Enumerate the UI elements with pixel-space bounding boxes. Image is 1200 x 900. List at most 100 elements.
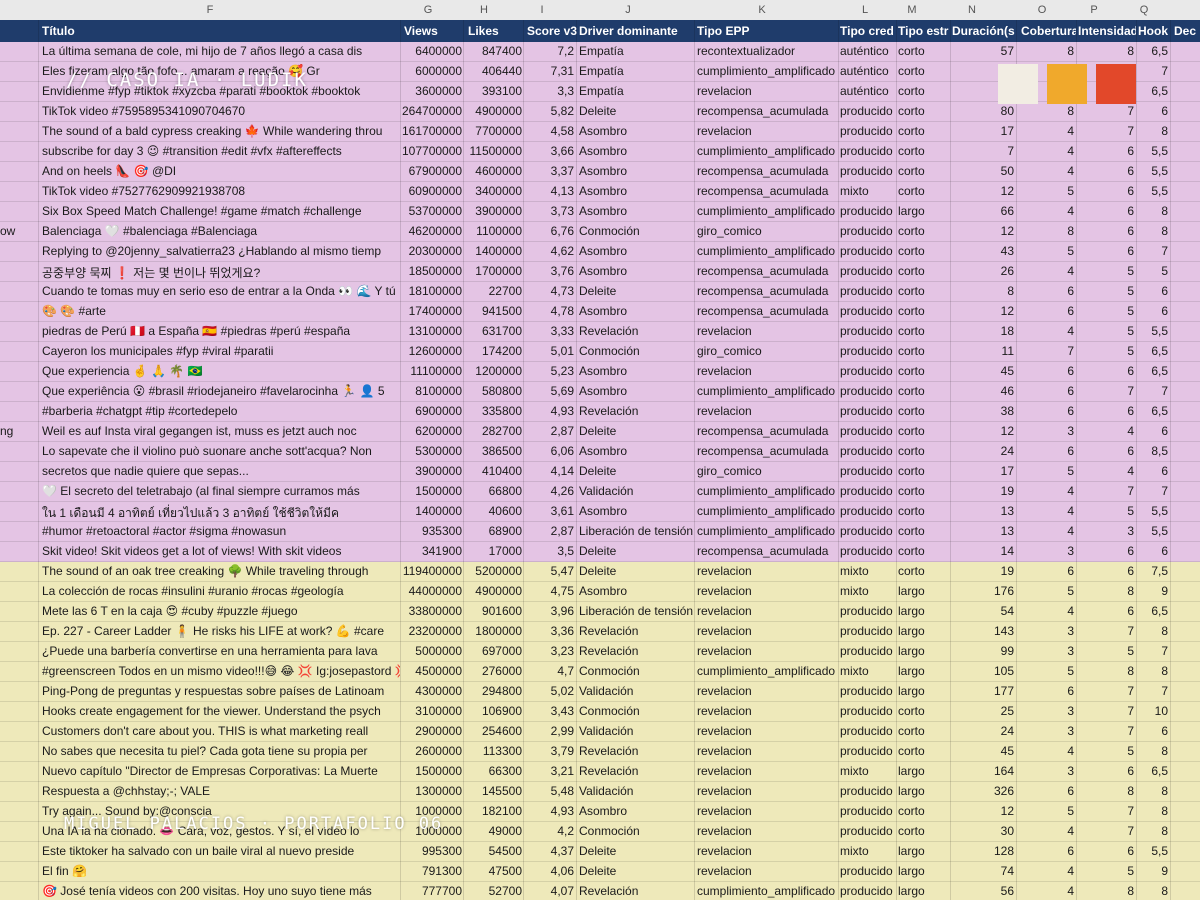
table-cell[interactable]: 4,14: [526, 464, 574, 478]
table-cell[interactable]: 8: [1138, 784, 1168, 798]
table-cell[interactable]: 410400: [464, 464, 522, 478]
table-cell[interactable]: recontextualizador: [697, 44, 837, 58]
table-cell[interactable]: producido: [840, 124, 895, 138]
table-cell[interactable]: 6: [1018, 564, 1074, 578]
table-cell[interactable]: corto: [898, 104, 950, 118]
column-letter[interactable]: L: [857, 4, 873, 16]
table-cell[interactable]: mixto: [840, 764, 895, 778]
table-row[interactable]: Ep. 227 - Career Ladder 🧍 He risks his L…: [0, 622, 1200, 642]
table-row[interactable]: 🎨 🎨 #arte 17400000 941500 4,78 Asombro recomp…: [0, 302, 1200, 322]
table-cell[interactable]: 580800: [464, 384, 522, 398]
table-cell[interactable]: Empatía: [579, 84, 693, 98]
table-cell[interactable]: largo: [898, 604, 950, 618]
table-cell[interactable]: 53700000: [402, 204, 462, 218]
table-cell[interactable]: 50: [952, 164, 1014, 178]
table-row[interactable]: Cuando te tomas muy en serio eso de entr…: [0, 282, 1200, 302]
table-cell[interactable]: Validación: [579, 724, 693, 738]
table-cell[interactable]: corto: [898, 344, 950, 358]
column-header[interactable]: Likes: [468, 24, 525, 38]
table-cell[interactable]: 6: [1078, 404, 1134, 418]
table-cell[interactable]: 3: [1018, 704, 1074, 718]
table-cell[interactable]: 7: [1078, 684, 1134, 698]
table-cell[interactable]: mixto: [840, 184, 895, 198]
table-cell[interactable]: revelacion: [697, 704, 837, 718]
table-cell[interactable]: 6: [1138, 724, 1168, 738]
table-cell[interactable]: 6: [1078, 204, 1134, 218]
table-cell[interactable]: 8,5: [1138, 444, 1168, 458]
table-cell[interactable]: 1200000: [464, 364, 522, 378]
table-cell[interactable]: cumplimiento_amplificado: [697, 664, 837, 678]
table-cell[interactable]: 3,5: [526, 544, 574, 558]
table-cell[interactable]: 3: [1018, 624, 1074, 638]
table-cell[interactable]: 4,13: [526, 184, 574, 198]
table-cell[interactable]: mixto: [840, 664, 895, 678]
table-row[interactable]: ใน 1 เดือนมี 4 อาทิตย์ เที่ยวไปแล้ว 3 อา…: [0, 502, 1200, 522]
table-row[interactable]: Nuevo capítulo "Director de Empresas Cor…: [0, 762, 1200, 782]
table-cell[interactable]: 5: [1018, 244, 1074, 258]
table-row[interactable]: La última semana de cole, mi hijo de 7 a…: [0, 42, 1200, 62]
column-header[interactable]: Tipo EPP: [697, 24, 838, 38]
table-cell[interactable]: revelacion: [697, 604, 837, 618]
table-cell[interactable]: 18: [952, 324, 1014, 338]
table-cell[interactable]: 5: [1018, 464, 1074, 478]
table-cell[interactable]: 3,23: [526, 644, 574, 658]
table-row[interactable]: The sound of a bald cypress creaking 🍁 W…: [0, 122, 1200, 142]
table-cell[interactable]: Deleite: [579, 104, 693, 118]
table-cell[interactable]: 5300000: [402, 444, 462, 458]
table-cell[interactable]: Revelación: [579, 324, 693, 338]
table-cell[interactable]: 174200: [464, 344, 522, 358]
table-cell[interactable]: 6,5: [1138, 44, 1168, 58]
table-cell[interactable]: 6: [1018, 404, 1074, 418]
table-cell[interactable]: 3: [1018, 644, 1074, 658]
table-cell[interactable]: 5,02: [526, 684, 574, 698]
table-cell[interactable]: La última semana de cole, mi hijo de 7 a…: [42, 44, 400, 58]
table-cell[interactable]: 5,5: [1138, 144, 1168, 158]
table-cell[interactable]: largo: [898, 664, 950, 678]
table-cell[interactable]: 8: [952, 284, 1014, 298]
table-cell[interactable]: Mete las 6 T en la caja 😍 #cuby #puzzle …: [42, 604, 400, 618]
table-cell[interactable]: 5: [1018, 664, 1074, 678]
table-cell[interactable]: 4: [1018, 884, 1074, 898]
table-cell[interactable]: Que experiência 😮 #brasil #riodejaneiro …: [42, 384, 400, 398]
table-cell[interactable]: corto: [898, 724, 950, 738]
table-cell[interactable]: Este tiktoker ha salvado con un baile vi…: [42, 844, 400, 858]
table-row[interactable]: Weil es auf Insta viral gegangen ist, mu…: [0, 422, 1200, 442]
table-cell[interactable]: recompensa_acumulada: [697, 304, 837, 318]
table-cell[interactable]: 6: [1138, 304, 1168, 318]
table-cell[interactable]: Deleite: [579, 464, 693, 478]
table-cell[interactable]: 4: [1078, 464, 1134, 478]
table-cell[interactable]: 6,5: [1138, 404, 1168, 418]
table-cell[interactable]: 119400000: [402, 564, 462, 578]
table-cell[interactable]: 20300000: [402, 244, 462, 258]
table-cell[interactable]: 5000000: [402, 644, 462, 658]
table-cell[interactable]: 5,01: [526, 344, 574, 358]
table-cell[interactable]: Asombro: [579, 504, 693, 518]
table-cell[interactable]: 4900000: [464, 104, 522, 118]
table-cell[interactable]: 8: [1138, 804, 1168, 818]
table-cell[interactable]: 57: [952, 44, 1014, 58]
table-cell[interactable]: 4500000: [402, 664, 462, 678]
table-cell[interactable]: producido: [840, 464, 895, 478]
table-cell[interactable]: Lo sapevate che il violino può suonare a…: [42, 444, 400, 458]
table-cell[interactable]: 3: [1018, 424, 1074, 438]
table-cell[interactable]: 8100000: [402, 384, 462, 398]
table-cell[interactable]: 14: [952, 544, 1014, 558]
table-cell[interactable]: 7: [1078, 824, 1134, 838]
table-cell[interactable]: 3,61: [526, 504, 574, 518]
table-cell[interactable]: 3: [1018, 724, 1074, 738]
column-header[interactable]: Dec: [1174, 24, 1198, 38]
table-cell[interactable]: 6000000: [402, 64, 462, 78]
table-cell[interactable]: producido: [840, 384, 895, 398]
column-letter[interactable]: G: [420, 4, 436, 16]
table-cell[interactable]: 5: [1078, 644, 1134, 658]
table-cell[interactable]: 106900: [464, 704, 522, 718]
column-letter[interactable]: K: [754, 4, 770, 16]
table-cell[interactable]: 7: [1078, 104, 1134, 118]
table-cell[interactable]: auténtico: [840, 64, 895, 78]
table-cell[interactable]: producido: [840, 304, 895, 318]
table-cell[interactable]: ใน 1 เดือนมี 4 อาทิตย์ เที่ยวไปแล้ว 3 อา…: [42, 504, 400, 523]
table-cell[interactable]: Revelación: [579, 644, 693, 658]
table-cell[interactable]: 10: [1138, 704, 1168, 718]
table-cell[interactable]: 4,06: [526, 864, 574, 878]
table-cell[interactable]: 2,87: [526, 524, 574, 538]
